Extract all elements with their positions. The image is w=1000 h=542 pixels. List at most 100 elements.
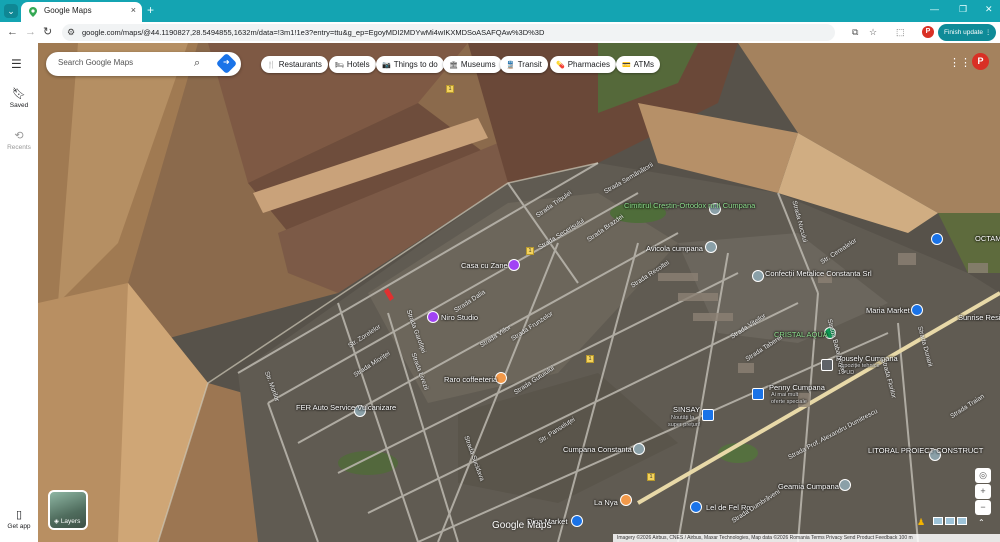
penny-sublabel-2: oferte speciale	[771, 399, 807, 405]
place-geamia[interactable]: Geamia Cumpana	[778, 482, 839, 491]
window-close-icon[interactable]: ✕	[985, 4, 993, 15]
place-pin-icon[interactable]	[931, 233, 943, 245]
shopping-pin-icon[interactable]	[508, 259, 520, 271]
camera-icon: 📷	[382, 62, 391, 69]
new-tab-button[interactable]: +	[147, 3, 154, 17]
get-app-button[interactable]: ▯ Get app	[0, 508, 38, 530]
finish-update-button[interactable]: Finish update ⋮	[938, 24, 996, 41]
place-octam[interactable]: OCTAM	[975, 234, 1000, 243]
get-app-label: Get app	[7, 523, 31, 530]
place-avicola[interactable]: Avicola cumpana	[646, 244, 703, 253]
store-pin-icon[interactable]	[690, 501, 702, 513]
place-penny[interactable]: Penny Cumpana	[769, 383, 825, 392]
search-box: ⌕ ➜	[46, 52, 241, 76]
place-litoral[interactable]: LITORAL PROIECT CONSTRUCT	[868, 446, 983, 455]
place-raro[interactable]: Raro coffeeteria	[444, 375, 497, 384]
minimize-icon[interactable]: —	[930, 4, 939, 14]
site-info-icon[interactable]: ⚙	[67, 27, 75, 38]
place-pin-icon[interactable]	[752, 270, 764, 282]
place-confectii[interactable]: Confecții Metalice Constanta Srl	[765, 269, 872, 278]
recents-button[interactable]: ⟲ Recents	[0, 129, 38, 151]
chip-label: Pharmacies	[567, 60, 610, 69]
chip-label: Things to do	[393, 60, 438, 69]
directions-icon: ➜	[223, 57, 230, 67]
chip-hotels[interactable]: 🛏 Hotels	[329, 56, 376, 73]
tab-google-maps[interactable]: Google Maps ×	[21, 2, 142, 22]
forward-icon[interactable]: →	[25, 26, 36, 38]
account-avatar[interactable]: P	[972, 53, 989, 70]
place-cimitirul[interactable]: Cimitirul Creștin-Ortodox nr.II Cumpana	[624, 201, 755, 210]
satellite-imagery[interactable]	[38, 43, 1000, 542]
place-sinsay[interactable]: SINSAY	[673, 405, 700, 414]
place-casa-cu-zane[interactable]: Casa cu Zane	[461, 261, 508, 270]
shopping-pin-icon[interactable]	[427, 311, 439, 323]
satellite-map[interactable]: ⌕ ➜ 🍴Restaurants 🛏Hotels 📷Things to do 🏛…	[38, 43, 1000, 542]
star-icon[interactable]: ☆	[869, 27, 877, 38]
place-pin-icon[interactable]	[705, 241, 717, 253]
store-pin-icon[interactable]	[702, 409, 714, 421]
my-location-icon[interactable]: ◎	[975, 468, 991, 483]
place-pin-icon[interactable]	[633, 443, 645, 455]
restaurant-pin-icon[interactable]	[620, 494, 632, 506]
place-maria-market[interactable]: Maria Market	[866, 306, 910, 315]
reload-icon[interactable]: ↻	[43, 26, 52, 38]
chip-museums[interactable]: 🏛 Museums	[443, 56, 502, 73]
tab-search-button[interactable]: ⌄	[4, 4, 18, 18]
place-housely[interactable]: Housely Cumpana	[836, 354, 898, 363]
google-maps-favicon-icon	[29, 7, 37, 17]
place-cumpana-constanta[interactable]: Cumpana Constanta	[563, 445, 632, 454]
tab-title: Google Maps	[44, 6, 92, 15]
place-niro-studio[interactable]: Niro Studio	[441, 313, 478, 322]
museum-icon: 🏛	[449, 62, 458, 69]
saved-button[interactable]: 🔖︎ Saved	[0, 87, 38, 109]
cart-pin-icon[interactable]	[752, 388, 764, 400]
chip-label: Transit	[517, 60, 542, 69]
chip-restaurants[interactable]: 🍴 Restaurants	[261, 56, 328, 73]
directions-button[interactable]: ➜	[215, 52, 238, 75]
chip-things-to-do[interactable]: 📷 Things to do	[376, 56, 444, 73]
market-pin-icon[interactable]	[571, 515, 583, 527]
chip-label: Hotels	[346, 60, 370, 69]
expand-icon[interactable]: ⌃	[978, 518, 985, 527]
search-input[interactable]	[58, 58, 188, 67]
pharmacy-icon: 💊	[556, 62, 565, 69]
tab-strip: ⌄ Google Maps × + — ❐ ✕	[0, 0, 1000, 22]
address-bar[interactable]: ⚙ google.com/maps/@44.1190827,28.5494855…	[62, 24, 835, 41]
place-fer-auto[interactable]: FER Auto Service Vulcanizare	[296, 403, 396, 412]
chip-atms[interactable]: 💳 ATMs	[616, 56, 661, 73]
finish-update-label: Finish update	[944, 29, 984, 36]
history-icon: ⟲	[14, 130, 24, 142]
store-pin-icon[interactable]	[821, 359, 833, 371]
chip-label: ATMs	[633, 60, 655, 69]
saved-label: Saved	[9, 102, 29, 109]
extensions-icon[interactable]: ⬚	[896, 27, 905, 38]
restaurant-icon: 🍴	[267, 62, 276, 69]
chip-label: Museums	[460, 60, 496, 69]
maps-side-rail: ☰ 🔖︎ Saved ⟲ Recents ▯ Get app	[0, 43, 38, 542]
route-shield: 1	[446, 85, 454, 93]
market-pin-icon[interactable]	[911, 304, 923, 316]
menu-icon[interactable]: ☰	[11, 57, 22, 71]
street-view-pegman-icon[interactable]: ♟	[917, 517, 925, 528]
zoom-in-button[interactable]: +	[975, 484, 991, 499]
url-text[interactable]: google.com/maps/@44.1190827,28.5494855,1…	[82, 28, 544, 37]
back-icon[interactable]: ←	[7, 26, 18, 38]
mosque-pin-icon[interactable]	[839, 479, 851, 491]
browser-profile-avatar[interactable]: P	[922, 26, 934, 38]
zoom-out-button[interactable]: −	[975, 500, 991, 515]
chip-pharmacies[interactable]: 💊 Pharmacies	[550, 56, 616, 73]
imagery-thumbnails[interactable]	[933, 517, 967, 525]
place-sunrise[interactable]: Sunrise Resie	[958, 313, 1000, 322]
layers-button[interactable]: ◈ Layers	[48, 490, 88, 530]
chip-transit[interactable]: 🚆 Transit	[500, 56, 548, 73]
close-icon[interactable]: ×	[131, 5, 136, 15]
layers-label: ◈ Layers	[54, 518, 81, 525]
place-la-nya[interactable]: La Nya	[594, 498, 618, 507]
penny-sublabel: Ai mai mult	[771, 392, 799, 398]
install-icon[interactable]: ⧉	[852, 27, 858, 38]
search-icon[interactable]: ⌕	[194, 57, 200, 70]
train-icon: 🚆	[506, 62, 515, 69]
restore-icon[interactable]: ❐	[959, 4, 967, 15]
bookmark-icon: 🔖︎	[12, 88, 26, 100]
route-shield: 1	[586, 355, 594, 363]
